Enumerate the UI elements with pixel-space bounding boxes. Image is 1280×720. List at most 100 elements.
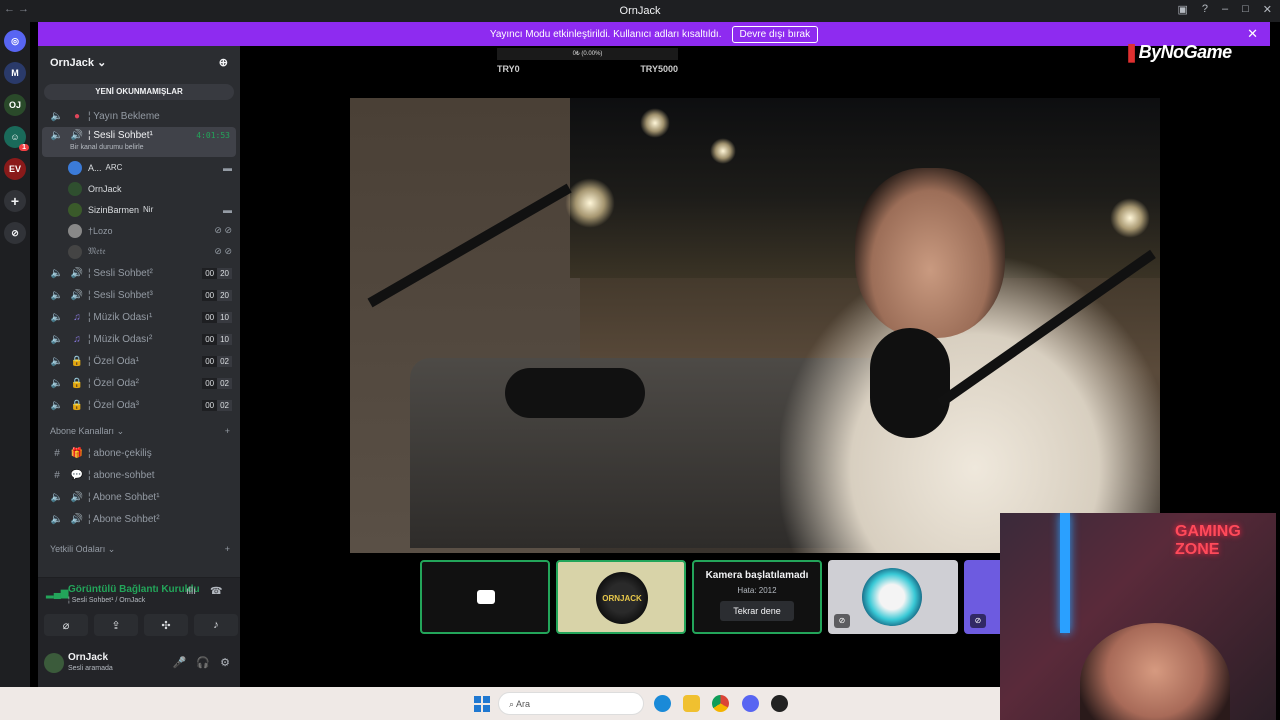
explore-icon[interactable]: ⊘ (4, 222, 26, 244)
discord-home-icon[interactable]: ◎ (4, 30, 26, 52)
speaker-icon: 🔈 (50, 267, 64, 279)
participant-tile[interactable]: ⊘ (964, 560, 1004, 634)
server-header[interactable]: OrnJack ⌄ ⊕ (38, 46, 240, 78)
voice-channel[interactable]: 🔈 ● ¦ Yayın Bekleme (38, 105, 240, 127)
connection-channel[interactable]: ¦ Sesli Sohbet¹ / OrnJack (68, 597, 145, 604)
participant-tile[interactable]: ORNJACK (556, 560, 686, 634)
voice-user[interactable]: 𝔐𝔢𝔱𝔢 ⊘ ⊘ (38, 241, 240, 262)
connection-status[interactable]: Görüntülü Bağlantı Kuruldu (68, 584, 200, 595)
text-channel[interactable]: # 💬 ¦ abone-sohbet (38, 464, 240, 486)
voice-user[interactable]: †Lozo ⊘ ⊘ (38, 220, 240, 241)
user-count: 00 02 (202, 355, 232, 367)
goal-text: 0₺ (0.00%) (572, 51, 603, 57)
server-icon[interactable]: EV (4, 158, 26, 180)
speaker-icon: 🔈 (50, 333, 64, 345)
muted-deafened-icon: ⊘ ⊘ (214, 246, 232, 256)
speaker-icon: 🔊 (70, 491, 84, 503)
voice-channel[interactable]: 🔈 ♫ ¦ Müzik Odası¹ 00 10 (38, 306, 240, 328)
hashtag-icon: # (54, 469, 60, 481)
voice-user[interactable]: OrnJack (38, 178, 240, 199)
voice-user[interactable]: A... ARC ▬ (38, 157, 240, 178)
hashtag-icon: # (54, 447, 60, 459)
gear-icon[interactable]: ⚙ (220, 656, 230, 669)
channel-name: ¦ abone-sohbet (88, 469, 155, 481)
muted-deafened-icon: ⊘ ⊘ (214, 225, 232, 235)
disable-streamer-mode-button[interactable]: Devre dışı bırak (731, 25, 819, 43)
discord-icon[interactable] (742, 695, 759, 712)
user-name: †Lozo (88, 225, 113, 236)
speaker-icon: 🔈 (50, 311, 64, 323)
category-header[interactable]: Yetkili Odaları ⌄ + (38, 538, 240, 560)
headphones-icon[interactable]: 🎧 (196, 656, 210, 669)
add-channel-icon[interactable]: + (225, 426, 230, 436)
activities-icon[interactable]: ✣ (144, 614, 188, 636)
facecam-overlay: GAMING ZONE (1000, 513, 1276, 720)
participant-tile[interactable] (420, 560, 550, 634)
street-light (710, 138, 736, 164)
gaming-zone-sign: GAMING ZONE (1175, 523, 1241, 558)
chrome-icon[interactable] (712, 695, 729, 712)
add-server-icon[interactable]: + (4, 190, 26, 212)
microphone-icon[interactable]: 🎤 (173, 656, 187, 669)
windows-start-icon[interactable] (474, 696, 490, 712)
screen-share-icon[interactable]: ⇪ (94, 614, 138, 636)
user-name: 𝔐𝔢𝔱𝔢 (88, 246, 106, 256)
inbox-icon[interactable]: ▣ (1177, 3, 1187, 16)
voice-channel[interactable]: 🔈 🔊 ¦ Sesli Sohbet² 00 20 (38, 262, 240, 284)
close-window-icon[interactable]: ✕ (1263, 3, 1272, 16)
user-count: 00 02 (202, 399, 232, 411)
streamer-head (855, 168, 1005, 338)
new-unread-pill[interactable]: YENİ OKUNMAMIŞLAR (44, 84, 234, 100)
help-icon[interactable]: ? (1202, 3, 1208, 16)
goal-bar: 0₺ (0.00%) (497, 48, 678, 60)
maximize-icon[interactable]: □ (1242, 3, 1249, 16)
disconnect-icon[interactable]: ☎ (210, 586, 222, 597)
lock-icon: 🔒 (70, 377, 84, 389)
user-controls: 🎤 🎧 ⚙ (173, 656, 230, 669)
add-member-icon[interactable]: ⊕ (219, 56, 228, 69)
avatar[interactable] (44, 653, 64, 673)
voice-channel[interactable]: 🔈 🔊 ¦ Sesli Sohbet³ 00 20 (38, 284, 240, 306)
voice-channel[interactable]: 🔈 🔊 ¦ Abone Sohbet² (38, 508, 240, 530)
text-channel[interactable]: # 🎁 ¦ abone-çekiliş (38, 442, 240, 464)
noise-suppression-icon[interactable]: ıllı (186, 586, 196, 597)
close-icon[interactable]: ✕ (1247, 26, 1258, 42)
user-name[interactable]: OrnJack (68, 652, 108, 663)
participant-tiles: ORNJACK Kamera başlatılamadı Hata: 2012 … (420, 560, 1004, 634)
camera-error-tile: Kamera başlatılamadı Hata: 2012 Tekrar d… (692, 560, 822, 634)
voice-channel[interactable]: 🔈 🔒 ¦ Özel Oda² 00 02 (38, 372, 240, 394)
main-video-stream[interactable] (350, 98, 1160, 553)
retry-button[interactable]: Tekrar dene (720, 601, 794, 621)
avatar (68, 202, 82, 217)
category-header[interactable]: Abone Kanalları ⌄ + (38, 420, 240, 442)
server-icon[interactable]: ☺ 1 (4, 126, 29, 151)
voice-channel[interactable]: 🔈 🔒 ¦ Özel Oda³ 00 02 (38, 394, 240, 416)
user-panel: OrnJack Sesli aramada 🎤 🎧 ⚙ (38, 641, 240, 687)
microphone (870, 328, 950, 438)
ornjack-avatar: ORNJACK (596, 572, 648, 624)
voice-channel[interactable]: 🔈 🔒 ¦ Özel Oda¹ 00 02 (38, 350, 240, 372)
camera-off-icon[interactable]: ⌀ (44, 614, 88, 636)
channel-status[interactable]: Bir kanal durumu belirle (70, 144, 144, 151)
participant-tile[interactable]: ⊘ (828, 560, 958, 634)
minimize-icon[interactable]: – (1222, 3, 1228, 16)
server-icon[interactable]: OJ (4, 94, 26, 116)
file-explorer-icon[interactable] (683, 695, 700, 712)
add-channel-icon[interactable]: + (225, 544, 230, 554)
voice-channel[interactable]: 🔈 ♫ ¦ Müzik Odası² 00 10 (38, 328, 240, 350)
taskbar-search[interactable]: ⌕ Ara (498, 692, 644, 715)
voice-channel[interactable]: 🔈 🔊 ¦ Abone Sohbet¹ (38, 486, 240, 508)
voice-user[interactable]: SizinBarmen Nir ▬ (38, 199, 240, 220)
channel-name: ¦ Sesli Sohbet² (88, 267, 153, 279)
soundboard-icon[interactable]: ♪ (194, 614, 238, 636)
obs-icon[interactable] (771, 695, 788, 712)
edge-icon[interactable] (654, 695, 671, 712)
avatar (862, 568, 922, 626)
channel-name: ¦ abone-çekiliş (88, 447, 152, 459)
category-name: Abone Kanalları (50, 425, 115, 436)
active-voice-channel[interactable]: 🔈 🔊 ¦ Sesli Sohbet¹ 4:01:53 Bir kanal du… (42, 127, 236, 157)
server-icon[interactable]: M (4, 62, 26, 84)
video-icon: ▬ (223, 204, 232, 215)
camera-icon (477, 590, 495, 604)
signal-icon[interactable]: ▂▄▆ (46, 588, 68, 599)
